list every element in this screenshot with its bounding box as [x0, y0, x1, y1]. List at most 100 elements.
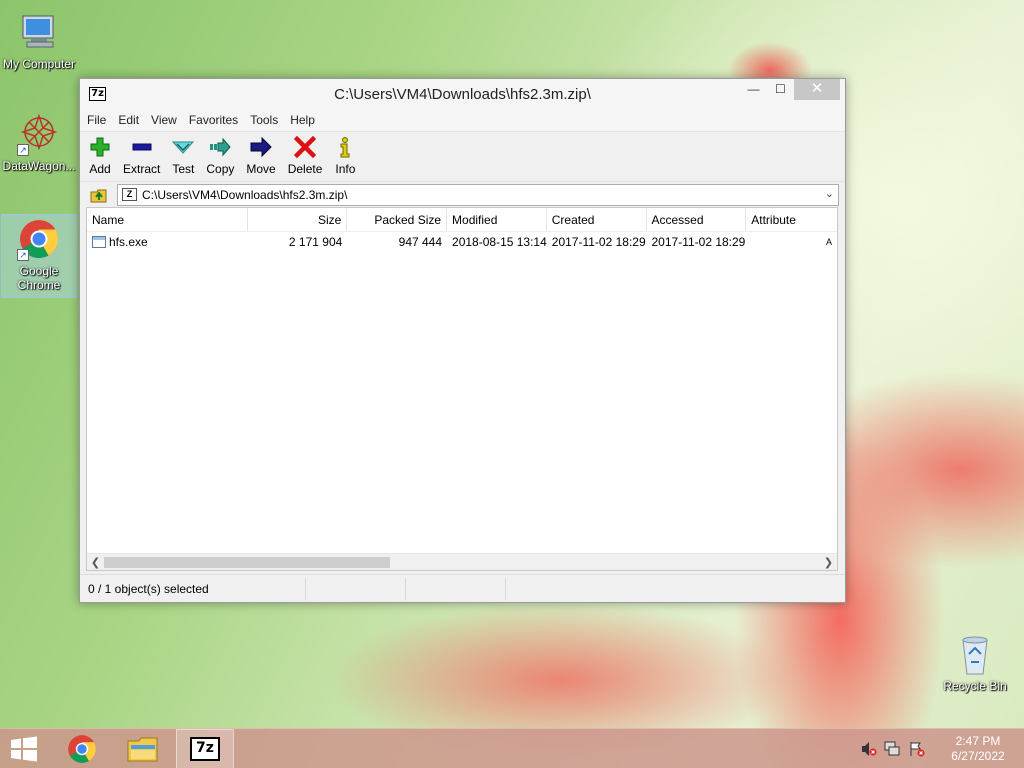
menu-file[interactable]: File: [87, 113, 106, 127]
7zip-window: 7z C:\Users\VM4\Downloads\hfs2.3m.zip\ —…: [79, 78, 846, 603]
menu-help[interactable]: Help: [290, 113, 315, 127]
column-header-attribute[interactable]: Attribute: [746, 208, 837, 231]
column-header-packed-size[interactable]: Packed Size: [347, 208, 448, 231]
info-button[interactable]: Info: [334, 136, 356, 176]
action-center-flag-icon[interactable]: [908, 741, 926, 757]
taskbar-file-explorer[interactable]: [114, 729, 172, 768]
menu-view[interactable]: View: [151, 113, 177, 127]
scroll-right-icon[interactable]: ❯: [820, 556, 837, 569]
shortcut-arrow-icon: ↗: [17, 144, 29, 156]
desktop-icon-recycle-bin[interactable]: Recycle Bin: [937, 632, 1013, 693]
maximize-button[interactable]: ☐: [767, 79, 794, 100]
clock-date: 6/27/2022: [951, 749, 1005, 763]
test-button[interactable]: Test: [172, 136, 194, 176]
address-input[interactable]: Z C:\Users\VM4\Downloads\hfs2.3m.zip\ ⌄: [117, 183, 839, 206]
status-selection: 0 / 1 object(s) selected: [80, 577, 306, 600]
cell-attribute: A: [825, 237, 832, 247]
move-button[interactable]: Move: [246, 136, 276, 176]
info-label: Info: [335, 162, 356, 176]
status-pane-4: [506, 578, 606, 600]
cell-packed-size: 947 444: [398, 235, 443, 249]
copy-icon: [210, 137, 232, 157]
delete-button[interactable]: Delete: [287, 136, 323, 176]
file-name: hfs.exe: [109, 235, 148, 249]
desktop-icon-my-computer[interactable]: My Computer: [1, 10, 77, 71]
network-icon[interactable]: [884, 741, 902, 757]
volume-muted-icon[interactable]: [860, 741, 878, 757]
cell-created: 2017-11-02 18:29: [551, 235, 646, 249]
window-title: C:\Users\VM4\Downloads\hfs2.3m.zip\: [334, 85, 591, 103]
taskbar-chrome[interactable]: [53, 729, 111, 768]
title-bar[interactable]: 7z C:\Users\VM4\Downloads\hfs2.3m.zip\ —…: [80, 79, 845, 109]
taskbar-7zip[interactable]: 7z: [176, 729, 234, 768]
datawagon-icon: ↗: [17, 112, 61, 156]
start-icon: [11, 736, 37, 762]
chrome-icon: [68, 735, 96, 763]
copy-button[interactable]: Copy: [206, 136, 234, 176]
table-row[interactable]: hfs.exe 2 171 904 947 444 2018-08-15 13:…: [87, 232, 837, 252]
cell-size: 2 171 904: [288, 235, 343, 249]
menu-favorites[interactable]: Favorites: [189, 113, 238, 127]
add-button[interactable]: Add: [89, 136, 111, 176]
system-tray: 2:47 PM 6/27/2022: [860, 729, 1024, 768]
delete-icon: [294, 136, 317, 158]
chevron-down-icon[interactable]: ⌄: [825, 187, 834, 200]
file-list: Name Size Packed Size Modified Created A…: [86, 207, 838, 571]
scrollbar-thumb[interactable]: [104, 557, 390, 568]
file-explorer-icon: [127, 737, 158, 762]
test-icon: [172, 141, 195, 154]
desktop-icon-label: Recycle Bin: [943, 679, 1007, 693]
shortcut-arrow-icon: ↗: [17, 249, 29, 261]
chrome-icon: ↗: [17, 217, 61, 261]
info-icon: [340, 137, 350, 158]
menu-tools[interactable]: Tools: [250, 113, 278, 127]
desktop-icon-label: My Computer: [2, 57, 76, 71]
horizontal-scrollbar[interactable]: ❮ ❯: [87, 553, 837, 570]
column-header-modified[interactable]: Modified: [447, 208, 547, 231]
zip-archive-icon: Z: [122, 188, 137, 201]
extract-button[interactable]: Extract: [123, 136, 160, 176]
clock[interactable]: 2:47 PM 6/27/2022: [932, 734, 1024, 764]
close-button[interactable]: ✕: [794, 79, 840, 100]
list-header: Name Size Packed Size Modified Created A…: [87, 208, 837, 232]
start-button[interactable]: [0, 729, 48, 768]
menu-edit[interactable]: Edit: [118, 113, 139, 127]
7zip-icon: 7z: [190, 737, 220, 761]
add-label: Add: [89, 162, 111, 176]
desktop-icon-datawagon[interactable]: ↗ DataWagon...: [1, 112, 77, 173]
minimize-button[interactable]: —: [740, 79, 767, 100]
computer-icon: [17, 10, 61, 54]
move-label: Move: [246, 162, 276, 176]
test-label: Test: [172, 162, 195, 176]
desktop-icon-label: Google Chrome: [17, 264, 61, 292]
copy-label: Copy: [206, 162, 235, 176]
up-folder-button[interactable]: [88, 185, 110, 205]
recycle-bin-icon: [953, 632, 997, 676]
exe-file-icon: [92, 236, 106, 248]
cell-modified: 2018-08-15 13:14: [452, 235, 547, 249]
taskbar: 7z 2:47 PM 6/27/2022: [0, 728, 1024, 768]
extract-icon: [132, 143, 152, 151]
column-header-created[interactable]: Created: [547, 208, 647, 231]
delete-label: Delete: [287, 162, 323, 176]
toolbar: Add Extract Test Copy Move Delete Info: [80, 131, 845, 181]
up-folder-icon: [90, 189, 107, 202]
desktop-icon-google-chrome[interactable]: ↗ Google Chrome: [1, 214, 77, 298]
status-pane-3: [406, 577, 506, 600]
move-icon: [250, 136, 272, 158]
desktop-icon-label: DataWagon...: [2, 159, 76, 173]
status-pane-2: [306, 577, 406, 600]
7zip-app-icon[interactable]: 7z: [89, 87, 106, 101]
column-header-accessed[interactable]: Accessed: [647, 208, 747, 231]
status-bar: 0 / 1 object(s) selected: [80, 574, 845, 602]
cell-name: hfs.exe: [87, 232, 248, 252]
add-icon: [90, 137, 110, 157]
column-header-name[interactable]: Name: [87, 208, 248, 231]
menu-bar: File Edit View Favorites Tools Help: [80, 109, 845, 131]
address-text: C:\Users\VM4\Downloads\hfs2.3m.zip\: [142, 187, 348, 202]
scroll-left-icon[interactable]: ❮: [87, 556, 104, 569]
column-header-size[interactable]: Size: [248, 208, 348, 231]
clock-time: 2:47 PM: [955, 734, 1001, 748]
address-bar: Z C:\Users\VM4\Downloads\hfs2.3m.zip\ ⌄: [80, 181, 845, 207]
cell-accessed: 2017-11-02 18:29: [651, 235, 746, 249]
